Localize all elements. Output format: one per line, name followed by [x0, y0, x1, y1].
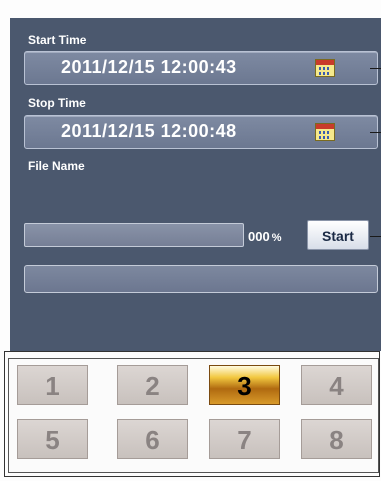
leader-line	[370, 132, 381, 133]
start-time-value: 2011/12/15 12:00:43	[61, 57, 237, 77]
leader-line	[370, 68, 381, 69]
progress-percent-value: 000	[248, 229, 270, 244]
channel-button-5[interactable]: 5	[17, 419, 88, 459]
stop-time-value: 2011/12/15 12:00:48	[61, 121, 237, 141]
stop-time-label: Stop Time	[28, 96, 86, 110]
percent-sign: %	[271, 232, 282, 244]
file-name-field[interactable]	[24, 265, 378, 293]
start-time-field[interactable]: 2011/12/15 12:00:43	[24, 51, 378, 85]
leader-line	[370, 236, 381, 237]
progress-bar	[24, 223, 244, 247]
start-time-label: Start Time	[28, 33, 87, 47]
channel-button-2[interactable]: 2	[117, 365, 188, 405]
channel-grid: 1 2 3 4 5 6 7 8	[8, 358, 379, 473]
channel-button-3[interactable]: 3	[209, 365, 280, 405]
channel-button-7[interactable]: 7	[209, 419, 280, 459]
file-name-label: File Name	[28, 159, 85, 173]
channel-button-8[interactable]: 8	[301, 419, 372, 459]
channel-button-4[interactable]: 4	[301, 365, 372, 405]
calendar-icon[interactable]	[315, 59, 335, 77]
start-button[interactable]: Start	[307, 220, 369, 250]
calendar-icon[interactable]	[315, 123, 335, 141]
stop-time-field[interactable]: 2011/12/15 12:00:48	[24, 115, 378, 149]
channel-button-1[interactable]: 1	[17, 365, 88, 405]
recording-panel: Start Time 2011/12/15 12:00:43 Stop Time…	[10, 18, 381, 351]
progress-percent: 000%	[248, 229, 281, 244]
channel-button-6[interactable]: 6	[117, 419, 188, 459]
